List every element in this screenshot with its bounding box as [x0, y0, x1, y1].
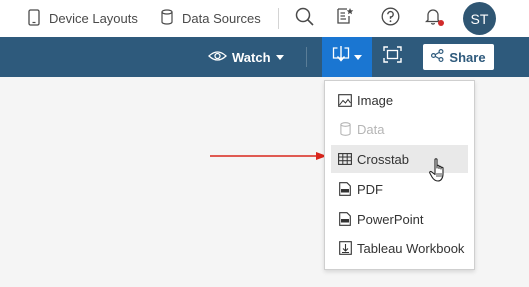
database-icon: [161, 9, 173, 28]
device-layouts-button[interactable]: Device Layouts: [28, 0, 138, 37]
fullscreen-button[interactable]: [378, 37, 406, 77]
custom-views-button[interactable]: [332, 0, 358, 37]
pdf-icon: [338, 182, 352, 196]
menu-item-data: Data: [331, 115, 468, 143]
menu-item-label: Tableau Workbook: [357, 240, 465, 256]
database-icon: [338, 122, 352, 136]
menu-item-label: Crosstab: [357, 151, 410, 167]
powerpoint-icon: [338, 212, 352, 226]
notifications-button[interactable]: [420, 0, 446, 37]
menu-item-tableau-workbook[interactable]: Tableau Workbook: [331, 234, 468, 262]
table-icon: [338, 152, 352, 166]
data-sources-button[interactable]: Data Sources: [161, 0, 261, 37]
share-icon: [431, 49, 444, 65]
eye-icon: [208, 50, 227, 65]
image-icon: [338, 93, 352, 107]
watch-button[interactable]: Watch: [208, 37, 284, 77]
menu-item-label: Data: [357, 121, 385, 137]
menu-item-powerpoint[interactable]: PowerPoint: [331, 205, 468, 233]
share-button[interactable]: Share: [423, 44, 494, 70]
menu-item-label: PowerPoint: [357, 211, 424, 227]
fullscreen-icon: [382, 46, 402, 68]
download-icon: [332, 46, 350, 68]
device-layouts-label: Device Layouts: [49, 11, 138, 26]
chevron-down-icon: [354, 54, 362, 60]
search-button[interactable]: [291, 0, 317, 37]
bell-icon: [424, 7, 442, 30]
view-toolbar: Watch Share: [0, 37, 529, 77]
toolbar-divider: [306, 47, 307, 67]
search-icon: [295, 7, 314, 31]
menu-item-label: Image: [357, 92, 394, 108]
data-sources-label: Data Sources: [182, 11, 261, 26]
workbook-icon: [338, 241, 352, 255]
download-menu: Image Data Crosstab PDF PowerPoint Table…: [324, 80, 475, 270]
hand-pointer-cursor-icon: [429, 158, 444, 182]
tablet-icon: [28, 8, 40, 29]
share-label: Share: [449, 49, 486, 65]
watch-label: Watch: [232, 49, 271, 65]
help-button[interactable]: [377, 0, 403, 37]
top-bar: Device Layouts Data Sources ST: [0, 0, 529, 37]
menu-item-label: PDF: [357, 181, 383, 197]
notification-badge: [438, 20, 444, 26]
chevron-down-icon: [275, 54, 284, 60]
user-avatar[interactable]: ST: [463, 2, 496, 35]
download-button[interactable]: [322, 37, 372, 77]
custom-views-icon: [336, 7, 354, 30]
menu-item-image[interactable]: Image: [331, 86, 468, 114]
topbar-divider: [278, 8, 279, 29]
help-icon: [381, 7, 400, 31]
red-arrow-annotation: [210, 152, 327, 160]
